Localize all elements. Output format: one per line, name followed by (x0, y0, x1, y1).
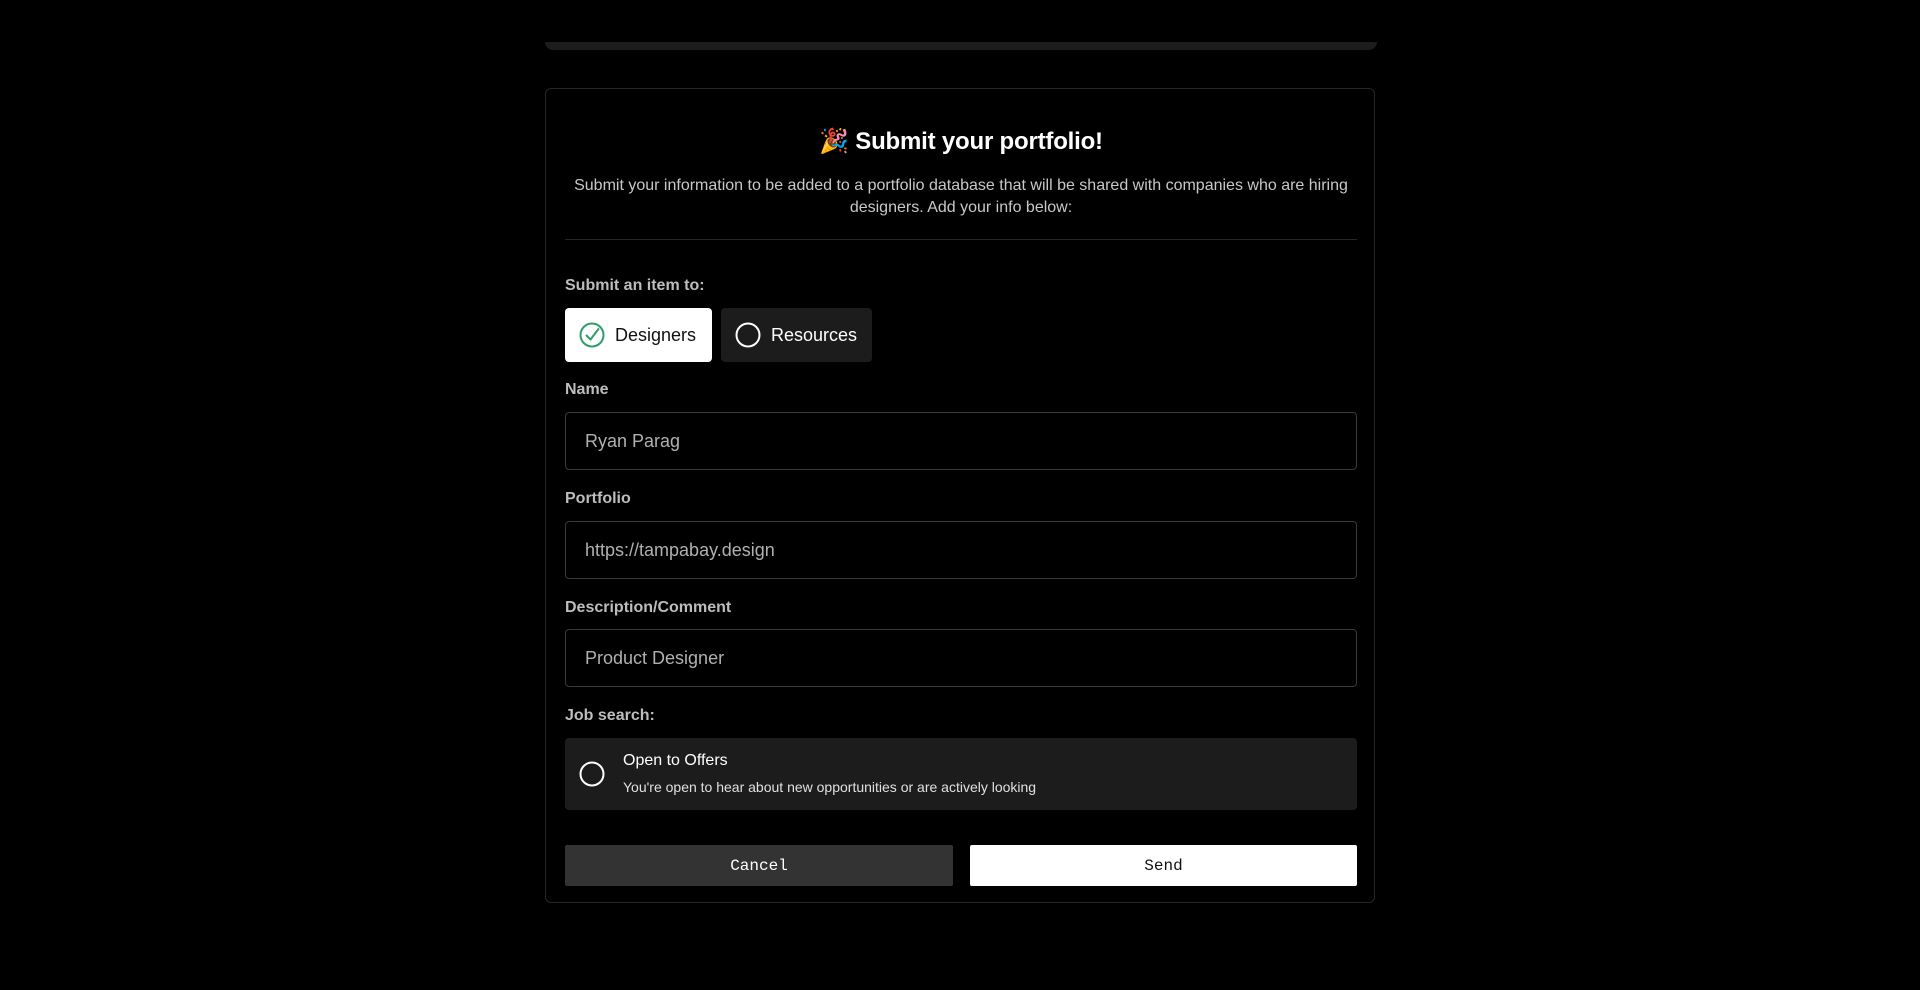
circle-icon (735, 322, 761, 348)
send-button[interactable]: Send (970, 845, 1357, 886)
option-designers-label: Designers (615, 325, 697, 345)
open-to-offers-title: Open to Offers (623, 752, 728, 769)
form-title-text: Submit your portfolio! (855, 128, 1103, 155)
party-popper-icon: 🎉 (819, 128, 849, 155)
option-resources[interactable]: Resources (721, 308, 872, 362)
divider (565, 239, 1357, 240)
option-designers[interactable]: Designers (565, 308, 712, 362)
submit-to-label: Submit an item to: (565, 277, 705, 294)
portfolio-form-card: 🎉 Submit your portfolio! Submit your inf… (545, 88, 1375, 903)
open-to-offers-option[interactable]: Open to Offers You're open to hear about… (565, 738, 1357, 810)
name-input[interactable] (565, 412, 1357, 470)
portfolio-label: Portfolio (565, 490, 631, 507)
description-input[interactable] (565, 629, 1357, 687)
job-search-label: Job search: (565, 707, 655, 724)
previous-card-edge (545, 42, 1377, 50)
open-to-offers-description: You're open to hear about new opportunit… (623, 779, 1037, 795)
option-resources-label: Resources (771, 325, 858, 345)
form-title: 🎉 Submit your portfolio! (565, 127, 1357, 156)
check-circle-icon (579, 322, 605, 348)
description-label: Description/Comment (565, 599, 732, 616)
cancel-button[interactable]: Cancel (565, 845, 953, 886)
portfolio-input[interactable] (565, 521, 1357, 579)
name-label: Name (565, 381, 609, 398)
form-subtitle: Submit your information to be added to a… (574, 177, 1348, 216)
circle-icon (579, 761, 605, 787)
